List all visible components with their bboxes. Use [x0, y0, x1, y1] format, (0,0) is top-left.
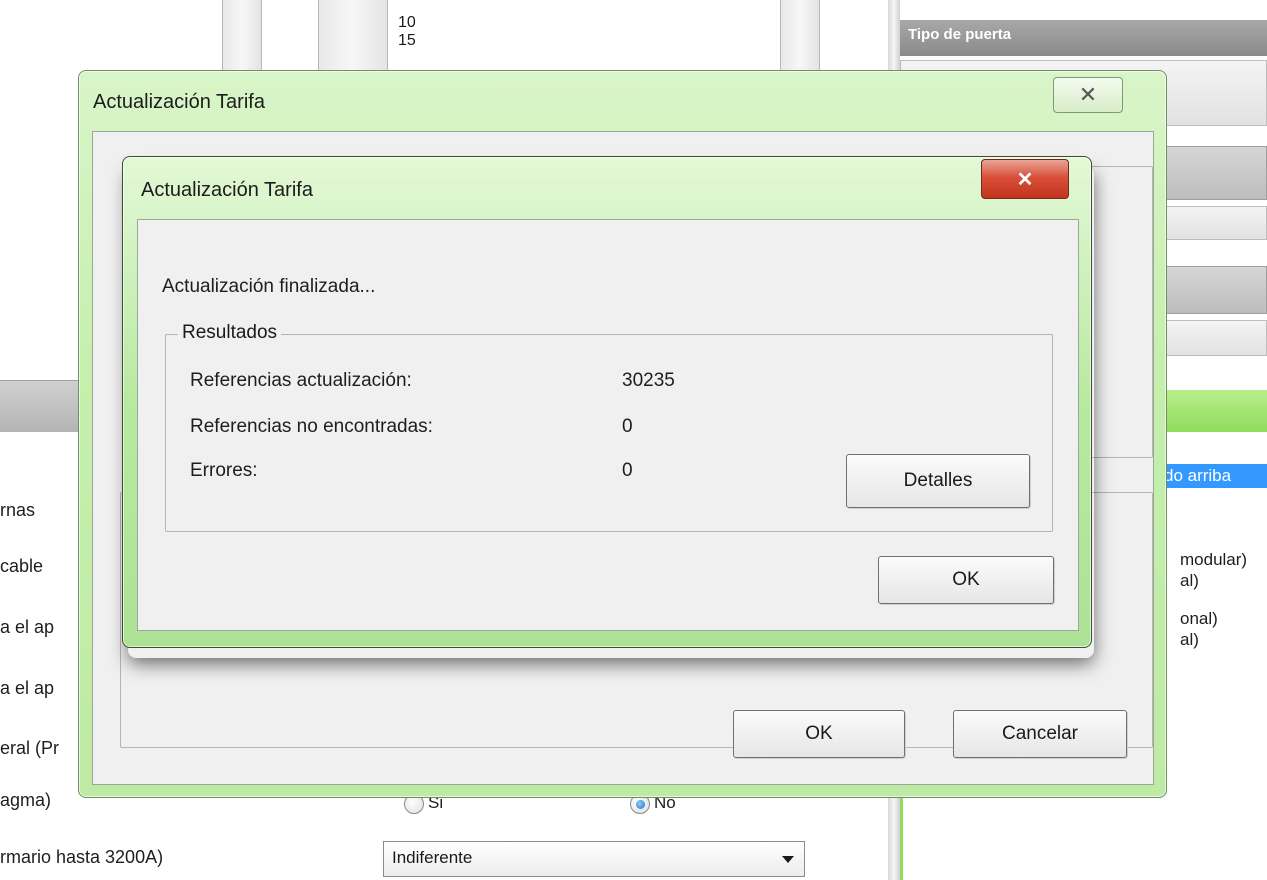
- list-value-15[interactable]: 15: [398, 32, 416, 50]
- right-option-3[interactable]: onal): [1180, 609, 1218, 629]
- left-label-4: a el ap: [0, 678, 55, 698]
- left-label-7: rmario hasta 3200A): [0, 847, 164, 867]
- outer-dialog-close-button[interactable]: ✕: [1053, 77, 1123, 113]
- result-value-not-found: 0: [622, 416, 633, 437]
- inner-dialog-close-button[interactable]: ✕: [981, 159, 1069, 199]
- inner-dialog-client: Actualización finalizada... Resultados R…: [137, 219, 1079, 631]
- list-column-right: [780, 0, 820, 72]
- result-label-not-found: Referencias no encontradas:: [190, 416, 433, 437]
- right-option-2[interactable]: al): [1180, 571, 1199, 591]
- details-button[interactable]: Detalles: [846, 454, 1030, 508]
- outer-ok-button[interactable]: OK: [733, 710, 905, 758]
- close-icon: ✕: [1078, 82, 1098, 107]
- inner-dialog: Actualización Tarifa ✕ Actualización fin…: [122, 156, 1092, 648]
- left-label-3: a el ap: [0, 617, 55, 637]
- outer-dialog-title: Actualización Tarifa: [93, 91, 265, 113]
- result-value-errors: 0: [622, 460, 633, 481]
- inner-dialog-title: Actualización Tarifa: [141, 179, 313, 201]
- outer-cancel-button[interactable]: Cancelar: [953, 710, 1127, 758]
- right-panel-selected-item[interactable]: do arriba: [1158, 464, 1267, 488]
- result-label-updated: Referencias actualización:: [190, 370, 412, 391]
- list-column-left: [222, 0, 262, 72]
- right-option-4[interactable]: al): [1180, 630, 1199, 650]
- cabinet-dropdown-value: Indiferente: [392, 848, 473, 867]
- left-label-1: rnas: [0, 500, 36, 520]
- inner-ok-button[interactable]: OK: [878, 556, 1054, 604]
- left-label-2: cable: [0, 556, 44, 576]
- left-label-5: eral (Pr: [0, 738, 60, 758]
- list-value-10[interactable]: 10: [398, 14, 416, 32]
- chevron-down-icon: [782, 856, 794, 863]
- result-label-errors: Errores:: [190, 460, 258, 481]
- right-panel-title: Tipo de puerta: [908, 26, 1012, 43]
- right-option-1[interactable]: modular): [1180, 550, 1247, 570]
- close-icon: ✕: [1016, 168, 1034, 191]
- right-panel-header: Tipo de puerta: [900, 20, 1267, 56]
- left-label-6: agma): [0, 790, 52, 810]
- results-group-title: Resultados: [178, 322, 282, 344]
- result-value-updated: 30235: [622, 370, 675, 391]
- cabinet-dropdown[interactable]: Indiferente: [383, 841, 805, 877]
- status-text: Actualización finalizada...: [162, 276, 376, 297]
- list-column-mid: [318, 0, 388, 72]
